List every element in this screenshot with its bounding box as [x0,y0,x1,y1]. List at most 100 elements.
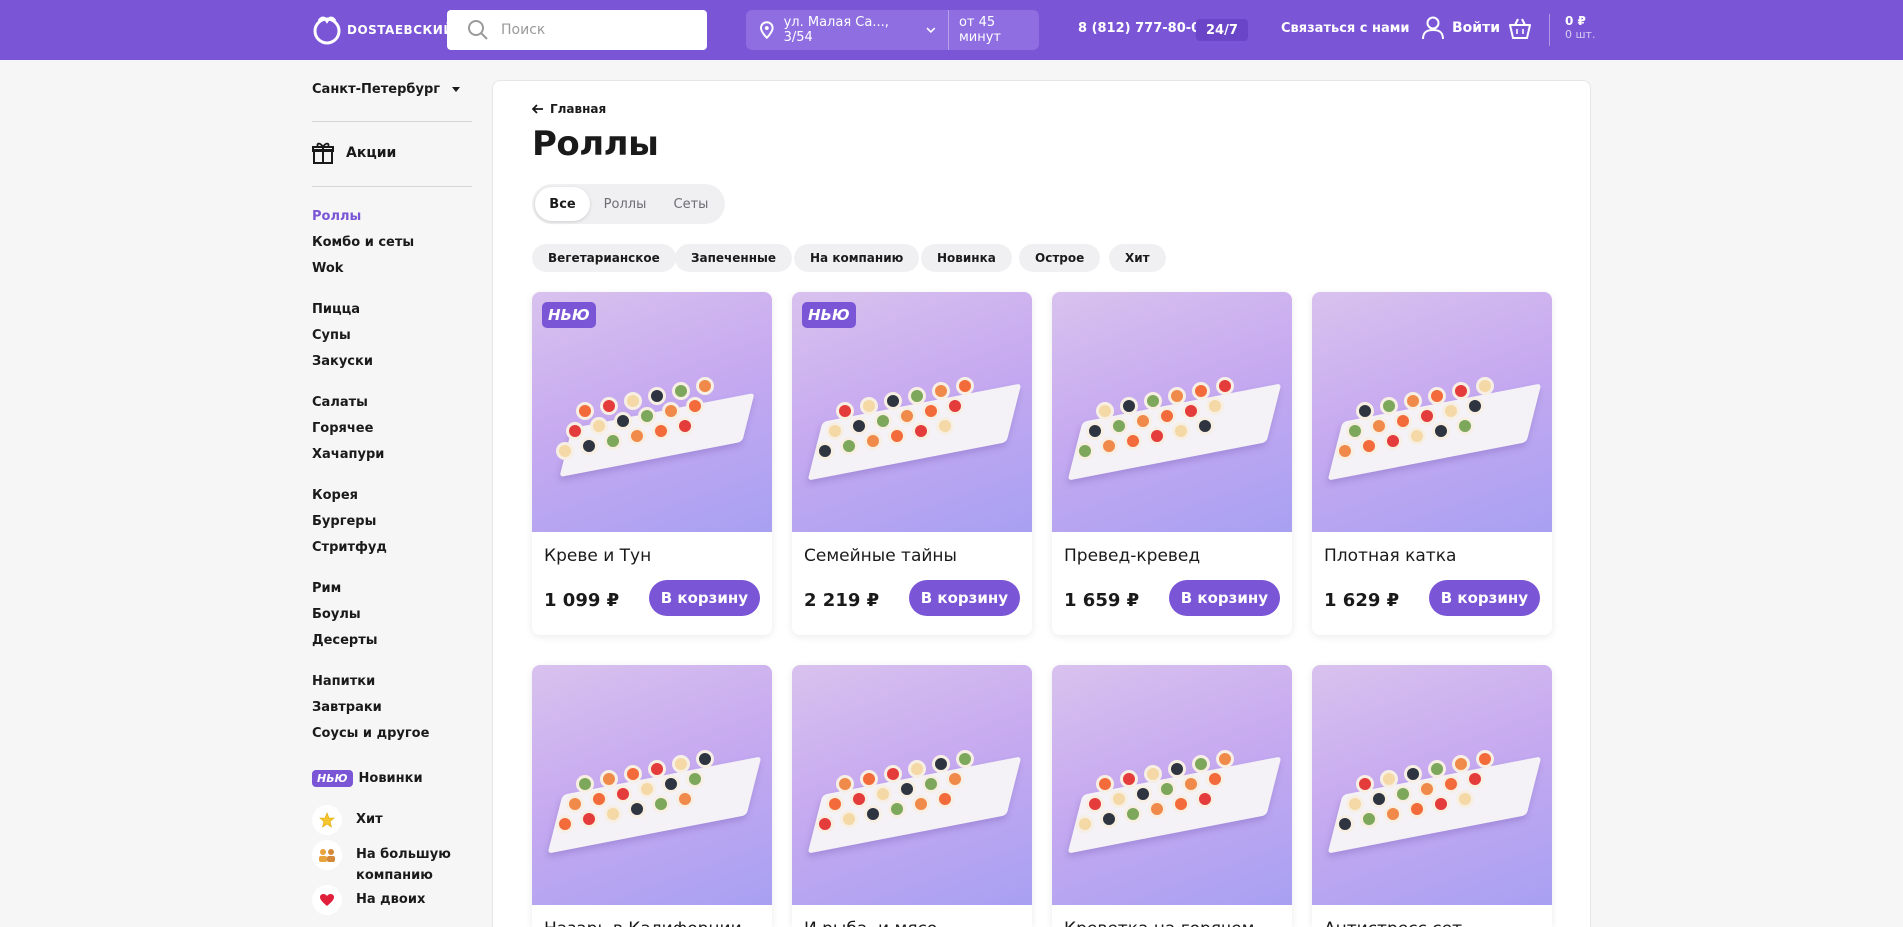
product-card[interactable]: Антистресс сет [1312,665,1552,927]
product-card[interactable]: Плотная катка 1 629 ₽ В корзину [1312,292,1552,635]
sushi-roll [816,815,834,833]
sushi-roll [1466,770,1484,788]
sidebar-item-salads[interactable]: Салаты [312,395,368,410]
sushi-roll [624,765,642,783]
add-to-cart-button[interactable]: В корзину [908,580,1020,616]
search-box[interactable] [447,10,707,50]
company-label-line2: компанию [356,868,433,883]
add-to-cart-button[interactable]: В корзину [1168,580,1280,616]
filter-spicy[interactable]: Острое [1019,244,1101,272]
sidebar-item-desserts[interactable]: Десерты [312,633,378,648]
sidebar-item-korea[interactable]: Корея [312,488,358,503]
cart-total: 0 ₽ [1565,14,1586,28]
product-card[interactable]: НЬЮ Семейные тайны 2 219 ₽ В корзину [792,292,1032,635]
phone-link[interactable]: 8 (812) 777-80-08 [1078,21,1209,36]
sidebar-item-drinks[interactable]: Напитки [312,674,375,689]
sushi-roll [1408,800,1426,818]
gift-icon [312,142,334,164]
sushi-roll [1418,780,1436,798]
tab-all[interactable]: Все [535,187,590,221]
sushi-roll [1432,422,1450,440]
search-input[interactable] [501,22,701,38]
sushi-roll [1100,810,1118,828]
cart-icon[interactable] [1508,18,1532,40]
sushi-roll [1086,795,1104,813]
sushi-roll [816,442,834,460]
sushi-roll [580,810,598,828]
sushi-roll [922,402,940,420]
product-card[interactable]: Креветка на горячем [1052,665,1292,927]
delivery-time: от 45 минут [958,15,1001,45]
sushi-roll [566,422,584,440]
sushi-roll [840,437,858,455]
address-selector[interactable]: ул. Малая Са..., 3/54 от 45 минут [746,10,1039,50]
product-card[interactable]: Назарь в Калифорнии [532,665,772,927]
sushi-roll [662,402,680,420]
sushi-roll [1120,770,1138,788]
sushi-roll [1356,775,1374,793]
cart-summary[interactable]: 0 ₽ 0 шт. [1565,14,1595,42]
sidebar-tag-company[interactable]: На большую компанию [312,840,451,886]
tab-sets[interactable]: Сеты [660,187,722,221]
sushi-roll [590,417,608,435]
product-card[interactable]: И рыба, и мясо [792,665,1032,927]
sushi-roll [1206,397,1224,415]
sushi-roll [1168,760,1186,778]
sushi-roll [638,407,656,425]
sidebar-item-sauces[interactable]: Соусы и другое [312,726,429,741]
product-card[interactable]: НЬЮ Креве и Тун 1 099 ₽ В корзину [532,292,772,635]
sushi-roll [884,392,902,410]
filter-baked[interactable]: Запеченные [675,244,793,272]
sidebar-tag-new[interactable]: НЬЮ Новинки [312,770,423,787]
sushi-roll [686,397,704,415]
add-to-cart-button[interactable]: В корзину [1428,580,1540,616]
contact-link[interactable]: Связаться с нами [1281,21,1410,36]
sushi-roll [1336,442,1354,460]
sushi-roll [1428,760,1446,778]
sidebar-item-pizza[interactable]: Пицца [312,302,360,317]
city-selector[interactable]: Санкт-Петербург [312,82,461,97]
sidebar-item-breakfast[interactable]: Завтраки [312,700,382,715]
sushi-roll [946,770,964,788]
filter-new[interactable]: Новинка [921,244,1012,272]
filter-company[interactable]: На компанию [794,244,920,272]
add-to-cart-button[interactable]: В корзину [648,580,760,616]
sushi-roll [1418,407,1436,425]
login-button[interactable]: Войти [1422,16,1500,40]
product-name: И рыба, и мясо [804,919,937,927]
sidebar-item-soups[interactable]: Супы [312,328,351,343]
tab-rolls[interactable]: Роллы [590,187,660,221]
sushi-roll [648,760,666,778]
hours-badge: 24/7 [1196,19,1248,41]
sidebar-item-snacks[interactable]: Закуски [312,354,373,369]
sidebar-item-hot[interactable]: Горячее [312,421,373,436]
sidebar-item-burgers[interactable]: Бургеры [312,514,376,529]
sushi-roll [898,780,916,798]
caret-down-icon [452,87,461,92]
sushi-roll [1124,805,1142,823]
filter-hit[interactable]: Хит [1109,244,1166,272]
sushi-roll [652,422,670,440]
sidebar-tag-hit[interactable]: Хит [312,805,383,835]
product-card[interactable]: Превед-кревед 1 659 ₽ В корзину [1052,292,1292,635]
sushi-roll [652,795,670,813]
sidebar-item-bowls[interactable]: Боулы [312,607,361,622]
sushi-roll [1442,402,1460,420]
sidebar-item-promo[interactable]: Акции [312,141,396,165]
sushi-roll [932,382,950,400]
filter-vegetarian[interactable]: Вегетарианское [532,244,676,272]
sidebar-item-khachapuri[interactable]: Хачапури [312,447,384,462]
brand-logo[interactable]: DOSTAЕВСКИЙ [311,12,454,48]
sushi-roll [1360,810,1378,828]
sidebar-item-streetfood[interactable]: Стритфуд [312,540,387,555]
sidebar-item-wok[interactable]: Wok [312,261,343,276]
heart-icon [312,885,342,915]
sushi-roll [908,387,926,405]
sidebar-tag-two[interactable]: На двоих [312,885,425,915]
product-image [792,665,1032,905]
new-badge: НЬЮ [542,302,596,328]
breadcrumb[interactable]: Главная [532,102,606,116]
sidebar-item-combo[interactable]: Комбо и сеты [312,235,414,250]
sidebar-item-rolls[interactable]: Роллы [312,209,361,224]
sidebar-item-rome[interactable]: Рим [312,581,341,596]
